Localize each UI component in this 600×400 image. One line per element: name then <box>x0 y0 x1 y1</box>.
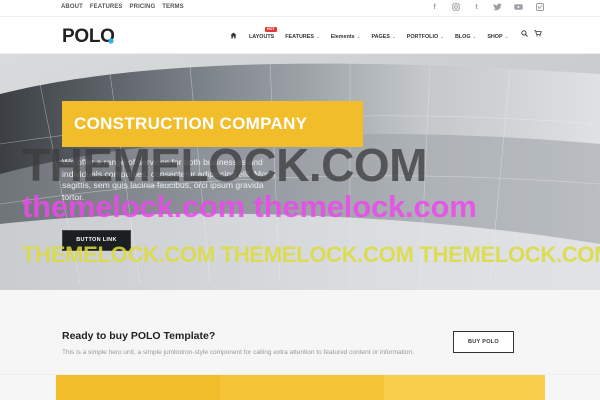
nav-portfolio-label: PORTFOLIO <box>406 33 439 40</box>
chevron-down-icon: ⌄ <box>391 33 396 39</box>
nav-item-blog[interactable]: BLOG ⌄ <box>455 34 476 40</box>
nav-pages-label: PAGES <box>371 33 390 40</box>
chevron-down-icon: ⌄ <box>315 33 320 39</box>
vimeo-icon[interactable] <box>535 3 544 12</box>
nav-layouts-label: LAYOUTS <box>249 33 275 40</box>
nav-item-layouts[interactable]: LAYOUTS HOT <box>249 26 277 40</box>
youtube-icon[interactable] <box>514 3 523 12</box>
logo-dot-icon <box>108 38 114 44</box>
nav-item-shop[interactable]: SHOP ⌄ <box>487 34 508 40</box>
instagram-icon[interactable] <box>451 3 460 12</box>
chevron-down-icon: ⌄ <box>356 33 361 39</box>
cta-subtitle: This is a simple hero unit, a simple jum… <box>62 349 414 356</box>
search-icon[interactable] <box>521 30 528 39</box>
nav-elements-label: Elements <box>330 33 355 40</box>
nav-item-portfolio[interactable]: PORTFOLIO ⌄ <box>407 34 444 40</box>
logo-text: POLO <box>62 26 115 47</box>
cart-icon[interactable] <box>534 30 542 39</box>
top-links: ABOUT FEATURES PRICING TERMS <box>61 4 184 10</box>
buy-polo-button[interactable]: BUY POLO <box>453 331 514 353</box>
hero-title-box: CONSTRUCTION COMPANY <box>62 101 363 147</box>
feature-boxes <box>0 375 600 400</box>
top-link-features[interactable]: FEATURES <box>90 4 123 10</box>
nav-features-label: FEATURES <box>285 33 314 40</box>
hero-title: CONSTRUCTION COMPANY <box>74 114 308 133</box>
nav-item-pages[interactable]: PAGES ⌄ <box>371 34 395 40</box>
chevron-down-icon: ⌄ <box>504 33 509 39</box>
header-icons <box>521 30 542 39</box>
hot-badge: HOT <box>265 26 277 32</box>
hero-button-link[interactable]: BUTTON LINK <box>62 230 131 251</box>
top-link-pricing[interactable]: PRICING <box>130 4 156 10</box>
top-link-about[interactable]: ABOUT <box>61 4 83 10</box>
nav-blog-label: BLOG <box>454 33 471 40</box>
hero-description: We offer a range of services for both bu… <box>62 157 276 202</box>
nav-item-elements[interactable]: Elements ⌄ <box>331 34 361 40</box>
main-nav: LAYOUTS HOT FEATURES ⌄ Elements ⌄ PAGES ⌄ P… <box>230 26 519 41</box>
top-link-terms[interactable]: TERMS <box>162 4 184 10</box>
twitter-icon[interactable] <box>493 3 502 12</box>
cta-title: Ready to buy POLO Template? <box>62 330 216 342</box>
chevron-down-icon: ⌄ <box>440 33 444 39</box>
home-icon[interactable] <box>230 32 237 41</box>
logo[interactable]: POLO <box>62 26 115 48</box>
nav-item-features[interactable]: FEATURES ⌄ <box>285 34 319 40</box>
feature-box-1 <box>56 375 220 400</box>
feature-box-3 <box>384 375 545 400</box>
nav-shop-label: SHOP <box>487 33 503 40</box>
chevron-down-icon: ⌄ <box>472 33 477 39</box>
feature-box-2 <box>220 375 384 400</box>
social-icons: f t <box>430 3 544 12</box>
main-header: POLO LAYOUTS HOT FEATURES ⌄ Elements ⌄ PAG… <box>0 17 600 54</box>
facebook-icon[interactable]: f <box>430 3 439 12</box>
tumblr-icon[interactable]: t <box>472 3 481 12</box>
top-bar: ABOUT FEATURES PRICING TERMS f t <box>0 0 600 17</box>
